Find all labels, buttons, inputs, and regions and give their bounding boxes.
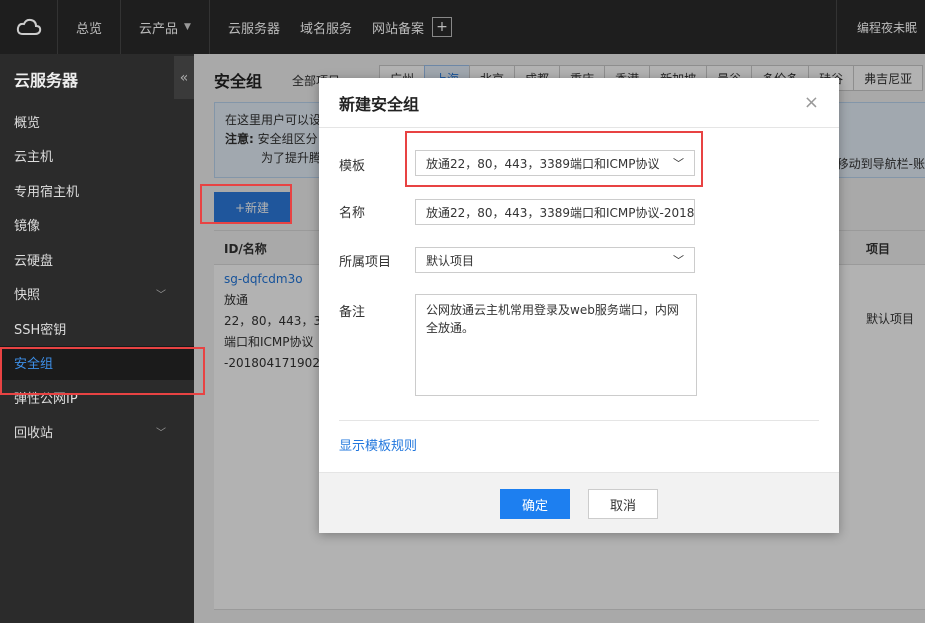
- project-select[interactable]: 默认项目 ﹀: [415, 247, 695, 273]
- top-navbar: 总览 云产品 ▼ 云服务器 域名服务 网站备案 + 编程夜未眠: [0, 0, 925, 54]
- chevron-down-icon: ﹀: [673, 254, 684, 267]
- nav-link-domain[interactable]: 域名服务: [290, 0, 362, 54]
- sidebar-item-cvm[interactable]: 云主机: [0, 139, 194, 174]
- project-select-value: 默认项目: [426, 253, 475, 268]
- template-select[interactable]: 放通22，80，443，3389端口和ICMP协议 ﹀: [415, 150, 695, 176]
- sidebar-item-label: 专用宿主机: [14, 184, 80, 200]
- collapse-sidebar-icon[interactable]: «: [174, 56, 194, 99]
- dialog-divider: [339, 420, 819, 421]
- new-security-group-dialog: 新建安全组 × 模板 放通22，80，443，3389端口和ICMP协议 ﹀ 名…: [319, 78, 839, 533]
- nav-link-cvm[interactable]: 云服务器: [210, 0, 290, 54]
- sidebar-item-label: 云硬盘: [14, 253, 54, 269]
- sidebar-item-recycle-bin[interactable]: 回收站 ﹀: [0, 415, 194, 450]
- cloud-logo-icon[interactable]: [0, 0, 58, 54]
- sidebar-item-label: 安全组: [14, 357, 54, 373]
- sidebar-item-eip[interactable]: 弹性公网IP: [0, 380, 194, 415]
- project-label: 所属项目: [339, 255, 392, 270]
- template-select-value: 放通22，80，443，3389端口和ICMP协议: [426, 156, 660, 171]
- sidebar-item-image[interactable]: 镜像: [0, 208, 194, 243]
- name-label: 名称: [339, 206, 366, 221]
- sidebar-item-label: 快照: [14, 288, 41, 304]
- caret-down-icon: ▼: [184, 22, 191, 32]
- chevron-down-icon: ﹀: [673, 157, 684, 170]
- sidebar-item-label: SSH密钥: [14, 322, 67, 338]
- sidebar-item-label: 云主机: [14, 150, 54, 166]
- sidebar-item-security-group[interactable]: 安全组: [0, 345, 194, 380]
- template-label: 模板: [339, 159, 366, 174]
- user-name: 编程夜未眠: [856, 20, 917, 35]
- nav-cloud-products[interactable]: 云产品 ▼: [121, 0, 209, 54]
- show-template-rules-link[interactable]: 显示模板规则: [339, 435, 417, 454]
- sidebar-item-label: 弹性公网IP: [14, 391, 78, 407]
- sidebar: 云服务器 « 概览 云主机 专用宿主机 镜像 云硬盘 快照 ﹀ SSH密钥 安全组…: [0, 54, 194, 623]
- sidebar-item-label: 回收站: [14, 426, 54, 442]
- sidebar-item-overview[interactable]: 概览: [0, 104, 194, 139]
- user-menu[interactable]: 编程夜未眠: [835, 0, 925, 54]
- sidebar-item-label: 概览: [14, 115, 41, 131]
- name-input[interactable]: 放通22，80，443，3389端口和ICMP协议-20180: [415, 199, 695, 225]
- confirm-button[interactable]: 确定: [500, 489, 570, 519]
- dialog-header: 新建安全组 ×: [319, 78, 839, 128]
- sidebar-item-snapshot[interactable]: 快照 ﹀: [0, 277, 194, 312]
- close-icon[interactable]: ×: [804, 92, 819, 113]
- sidebar-item-ssh-key[interactable]: SSH密钥: [0, 311, 194, 346]
- nav-cloud-products-label: 云产品: [139, 21, 179, 37]
- remark-label: 备注: [339, 305, 366, 320]
- cancel-button[interactable]: 取消: [588, 489, 658, 519]
- add-shortcut-icon[interactable]: +: [432, 17, 452, 37]
- nav-link-icp[interactable]: 网站备案: [362, 0, 424, 54]
- sidebar-item-cbs[interactable]: 云硬盘: [0, 242, 194, 277]
- sidebar-item-label: 镜像: [14, 219, 41, 235]
- remark-textarea[interactable]: 公网放通云主机常用登录及web服务端口，内网全放通。: [415, 294, 697, 396]
- chevron-down-icon: ﹀: [156, 290, 166, 302]
- dialog-title: 新建安全组: [339, 94, 420, 114]
- dialog-footer: 确定 取消: [319, 472, 839, 533]
- nav-overview[interactable]: 总览: [58, 0, 120, 54]
- chevron-down-icon: ﹀: [156, 428, 166, 440]
- sidebar-item-dedicated-host[interactable]: 专用宿主机: [0, 173, 194, 208]
- sidebar-title: 云服务器: [14, 71, 79, 90]
